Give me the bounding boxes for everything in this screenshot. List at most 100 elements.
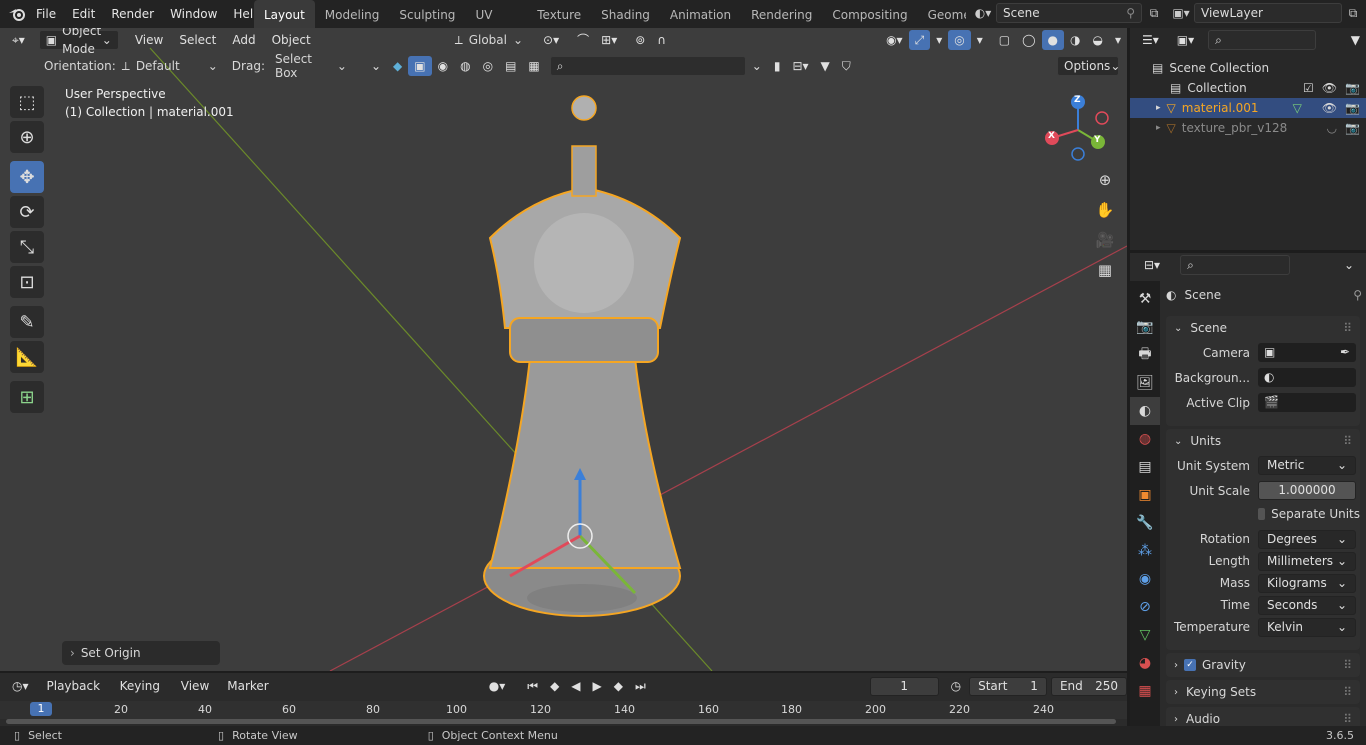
display-mode-icon[interactable]: ▣▾ — [1171, 30, 1200, 50]
snap-target-icon[interactable]: ⊞▾ — [595, 30, 623, 50]
gravity-checkbox[interactable]: ✓ — [1184, 659, 1196, 671]
outliner-scene-collection[interactable]: ▤ Scene Collection — [1130, 58, 1366, 78]
camera-view-icon[interactable]: 🎥 — [1093, 231, 1117, 261]
drag-handle-icon[interactable]: ⠿ — [1343, 658, 1352, 672]
data-tab-icon[interactable]: ▽ — [1130, 621, 1160, 649]
cube-icon[interactable]: ◆ — [387, 56, 408, 76]
checkbox-icon[interactable]: ☑ — [1303, 78, 1314, 98]
menu-render[interactable]: Render — [103, 0, 162, 28]
select-intersect-icon[interactable]: ▤ — [499, 56, 522, 76]
camera-icon[interactable]: 📷 — [1345, 78, 1360, 98]
disclosure-triangle-icon[interactable]: ▸ — [1156, 118, 1161, 138]
orientation-dropdown[interactable]: ⟂ Default ⌄ — [122, 59, 218, 74]
collection-tab-icon[interactable]: ▤ — [1130, 453, 1160, 481]
tool-search-input[interactable]: ⌕ — [549, 56, 746, 76]
gizmo-menu-icon[interactable]: ▾ — [930, 30, 948, 50]
outliner-item-texture-pbr[interactable]: ▸ ▽ texture_pbr_v128 ◡ 📷 — [1130, 118, 1366, 138]
menu-edit[interactable]: Edit — [64, 0, 103, 28]
pin-icon[interactable]: ⚲ — [1126, 4, 1135, 22]
menu-file[interactable]: File — [28, 0, 64, 28]
constraints-tab-icon[interactable]: ⊘ — [1130, 593, 1160, 621]
outliner-editor-icon[interactable]: ☰▾ — [1136, 30, 1165, 50]
pivot-point-icon[interactable]: ⊙▾ — [537, 30, 565, 50]
gravity-panel[interactable]: › ✓ Gravity ⠿ — [1166, 653, 1360, 677]
new-view-layer-icon[interactable]: ⧉ — [1342, 6, 1364, 21]
prev-keyframe-icon[interactable]: ◆ — [544, 676, 565, 696]
select-invert-icon[interactable]: ◎ — [477, 56, 499, 76]
viewport-menu-view[interactable]: View — [129, 30, 169, 50]
audio-panel[interactable]: › Audio ⠿ — [1166, 707, 1360, 728]
timeline-editor-icon[interactable]: ◷▾ — [6, 676, 35, 696]
viewport-menu-object[interactable]: Object — [266, 30, 317, 50]
move-tool-icon[interactable]: ✥ — [10, 161, 44, 193]
zoom-icon[interactable]: ⊕ — [1093, 171, 1117, 201]
camera-field[interactable]: ▣ ✒ — [1258, 343, 1356, 362]
view-layer-field[interactable]: ViewLayer — [1194, 3, 1342, 23]
pin-icon[interactable]: ⚲ — [1353, 288, 1362, 302]
next-keyframe-icon[interactable]: ◆ — [608, 676, 629, 696]
play-reverse-icon[interactable]: ◀ — [565, 676, 586, 696]
tab-shading[interactable]: Shading — [591, 0, 660, 28]
transform-orientation[interactable]: ⟂ Global ⌄ — [449, 30, 523, 50]
select-subtract-icon[interactable]: ◍ — [454, 56, 476, 76]
falloff-icon[interactable]: ∩ — [651, 30, 672, 50]
select-extend-icon[interactable]: ◉ — [432, 56, 454, 76]
camera-icon[interactable]: 📷 — [1345, 118, 1360, 138]
timeline-menu-keying[interactable]: Keying ⌄ — [114, 676, 175, 713]
xray-icon[interactable]: ▢ — [993, 30, 1016, 50]
scene-tab-icon[interactable]: ◐ — [1130, 397, 1160, 425]
rotation-dropdown[interactable]: Degrees ⌄ — [1258, 529, 1356, 549]
scene-panel-header[interactable]: ⌄ Scene ⠿ — [1166, 316, 1360, 340]
time-dropdown[interactable]: Seconds ⌄ — [1258, 595, 1356, 615]
render-tab-icon[interactable]: 📷 — [1130, 313, 1160, 341]
blender-logo-icon[interactable] — [8, 6, 26, 22]
viewport-menu-add[interactable]: Add — [226, 30, 261, 50]
filter-icon[interactable]: ▼ — [1345, 30, 1366, 50]
separate-units-checkbox[interactable] — [1258, 507, 1266, 520]
properties-search-input[interactable]: ⌕ — [1180, 255, 1291, 275]
mesh-data-icon[interactable]: ▽ — [1293, 98, 1302, 118]
unit-system-dropdown[interactable]: Metric ⌄ — [1258, 456, 1356, 475]
outliner-item-collection[interactable]: ▤ Collection ☑ 👁 📷 — [1130, 78, 1366, 98]
chevron-down-icon[interactable]: ⌄ — [1338, 255, 1360, 275]
tab-rendering[interactable]: Rendering — [741, 0, 822, 28]
disclosure-triangle-icon[interactable]: ▸ — [1156, 98, 1161, 118]
rendered-shading-icon[interactable]: ◒ — [1086, 30, 1108, 50]
eye-hidden-icon[interactable]: ◡ — [1327, 118, 1337, 138]
unit-scale-field[interactable]: 1.000000 — [1258, 481, 1356, 500]
view-layer-tab-icon[interactable]: 🖼 — [1130, 369, 1160, 397]
transform-tool-icon[interactable]: ⊡ — [10, 266, 44, 298]
eye-icon[interactable]: 👁 — [1322, 78, 1337, 98]
gizmo-toggle-icon[interactable]: ⤢ — [908, 30, 931, 50]
drag-handle-icon[interactable]: ⠿ — [1343, 712, 1352, 726]
eye-icon[interactable]: 👁 — [1322, 98, 1337, 118]
tab-modeling[interactable]: Modeling — [315, 0, 390, 28]
tab-uv-editing[interactable]: UV Editing — [465, 0, 527, 28]
outliner-search-input[interactable]: ⌕ — [1208, 30, 1317, 50]
pan-hand-icon[interactable]: ✋ — [1093, 201, 1117, 231]
options-dropdown[interactable]: Options ⌄ — [1057, 56, 1120, 76]
jump-end-icon[interactable]: ⏭ — [629, 676, 652, 696]
editor-type-icon[interactable]: ⌖▾ — [6, 30, 31, 50]
playhead[interactable]: 1 — [30, 702, 52, 716]
tab-geometry-nodes[interactable]: Geometry Noc — [918, 0, 966, 28]
snap-icon[interactable]: ⌒ — [571, 30, 595, 50]
jump-start-icon[interactable]: ⏮ — [521, 676, 544, 696]
start-frame-field[interactable]: Start 1 — [969, 676, 1047, 696]
timeline-menu-playback[interactable]: Playback ⌄ — [41, 676, 114, 713]
scene-selector[interactable]: ◐▾ Scene ⚲ ⧉ — [970, 3, 1166, 23]
chevron-down-icon[interactable]: ⌄ — [746, 56, 768, 76]
properties-editor-icon[interactable]: ⊟▾ — [1138, 255, 1166, 275]
drag-handle-icon[interactable]: ⠿ — [1343, 321, 1352, 335]
mode-selector[interactable]: ▣ Object Mode ⌄ — [38, 28, 119, 56]
bookmark-icon[interactable]: ▮ — [768, 56, 787, 76]
material-tab-icon[interactable]: ◕ — [1130, 649, 1160, 677]
wireframe-shading-icon[interactable]: ◯ — [1016, 30, 1041, 50]
select-mode-icon[interactable]: ▦ — [522, 56, 545, 76]
overlay-menu-icon[interactable]: ▾ — [971, 30, 989, 50]
object-tab-icon[interactable]: ▣ — [1130, 481, 1160, 509]
viewport-menu-select[interactable]: Select — [173, 30, 222, 50]
tab-texture-paint[interactable]: Texture Paint — [527, 0, 591, 28]
tab-compositing[interactable]: Compositing — [822, 0, 917, 28]
overlay-toggle-icon[interactable]: ◎ — [948, 30, 971, 50]
